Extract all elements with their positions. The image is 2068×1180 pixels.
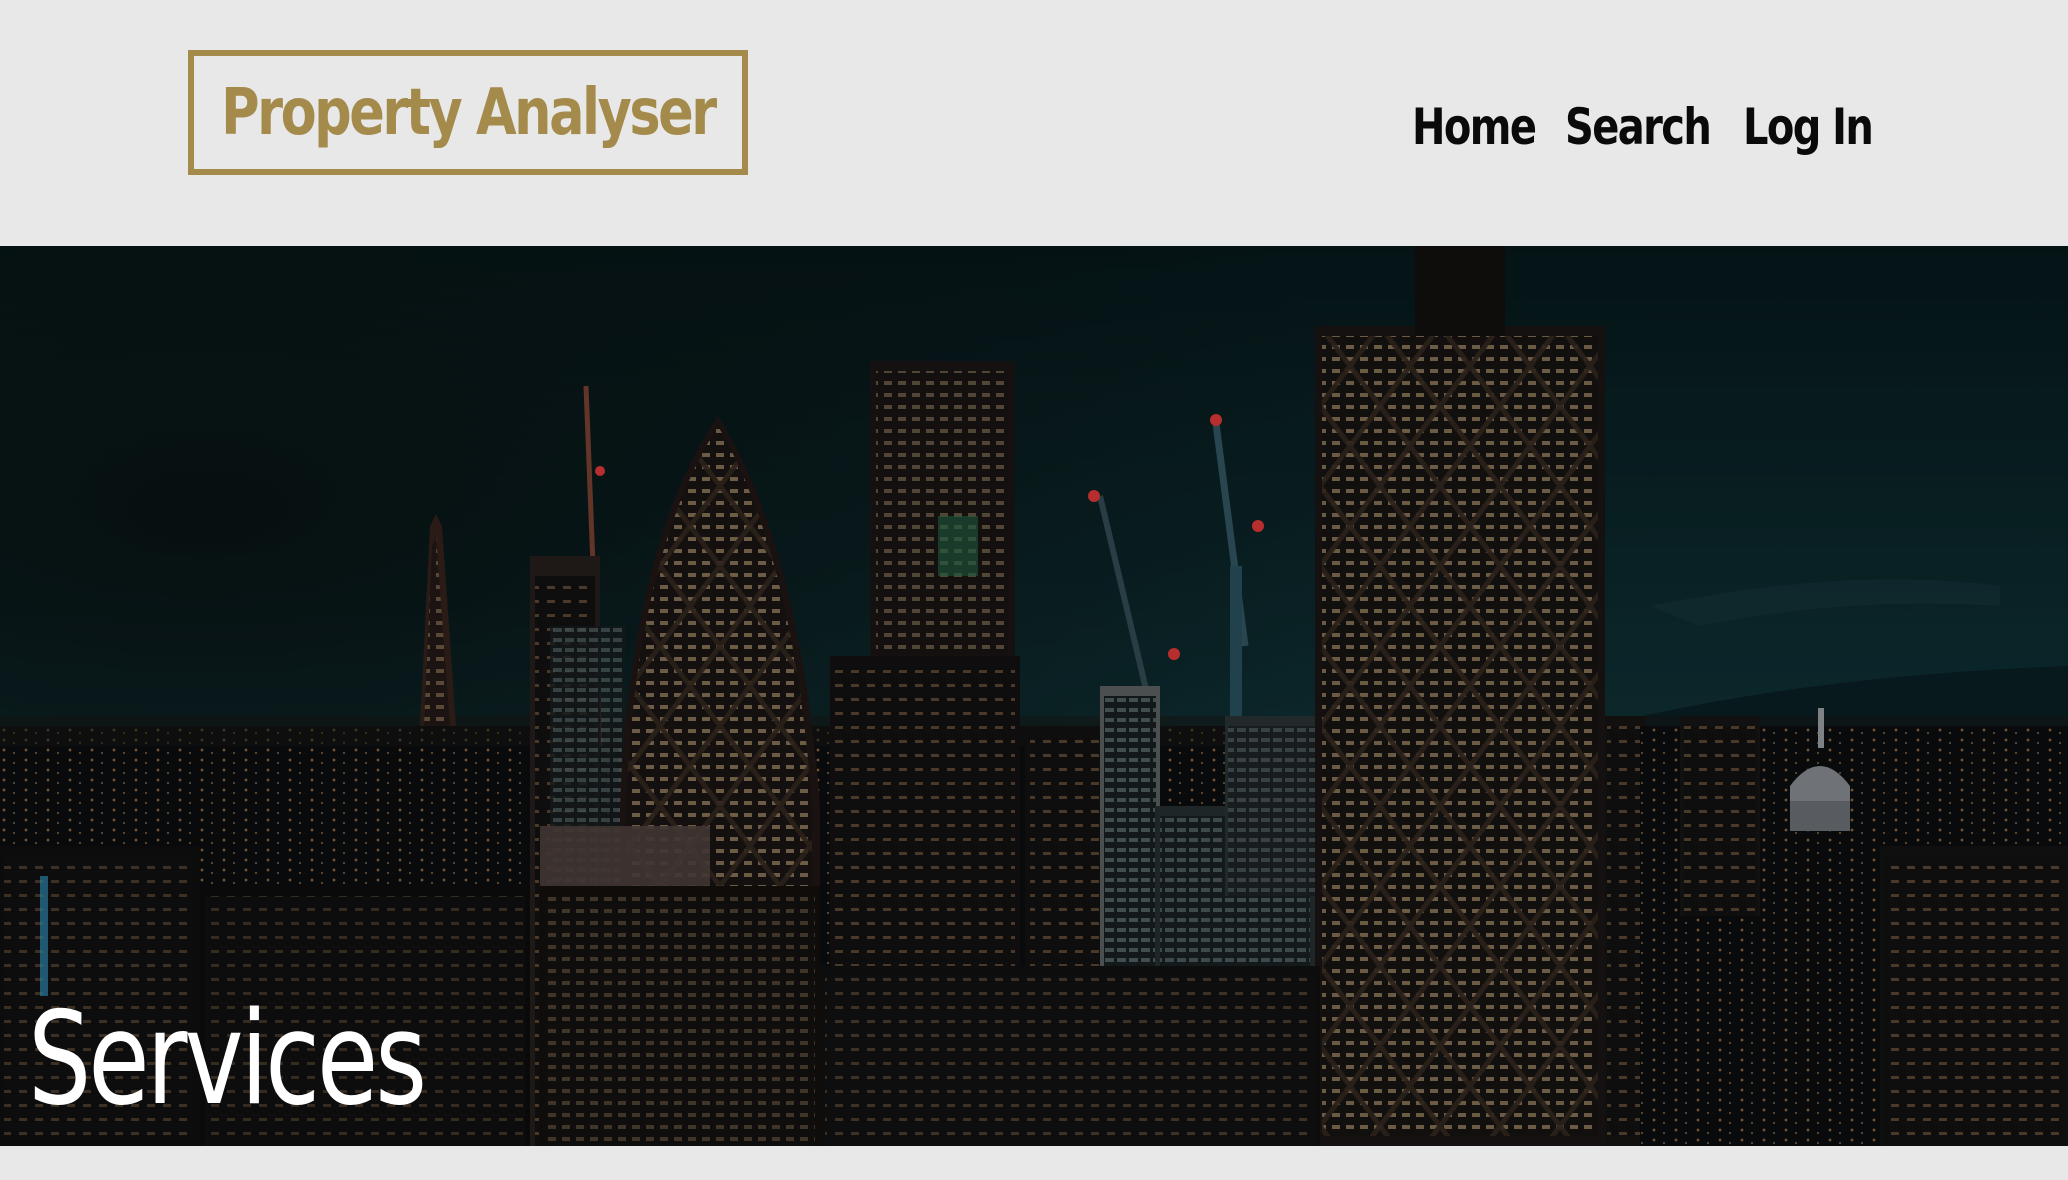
logo-link[interactable]: Property Analyser — [188, 50, 748, 175]
nav-link-login[interactable]: Log In — [1743, 92, 1874, 162]
logo-text: Property Analyser — [221, 75, 717, 150]
hero-banner: Services — [0, 246, 2068, 1146]
main-nav: Home Search Log In — [1400, 92, 1900, 162]
site-header: Property Analyser Home Search Log In — [0, 0, 2068, 246]
page-bottom-strip — [0, 1146, 2068, 1180]
hero-title: Services — [28, 985, 427, 1134]
nav-link-search[interactable]: Search — [1565, 92, 1712, 162]
nav-link-home[interactable]: Home — [1412, 92, 1537, 162]
